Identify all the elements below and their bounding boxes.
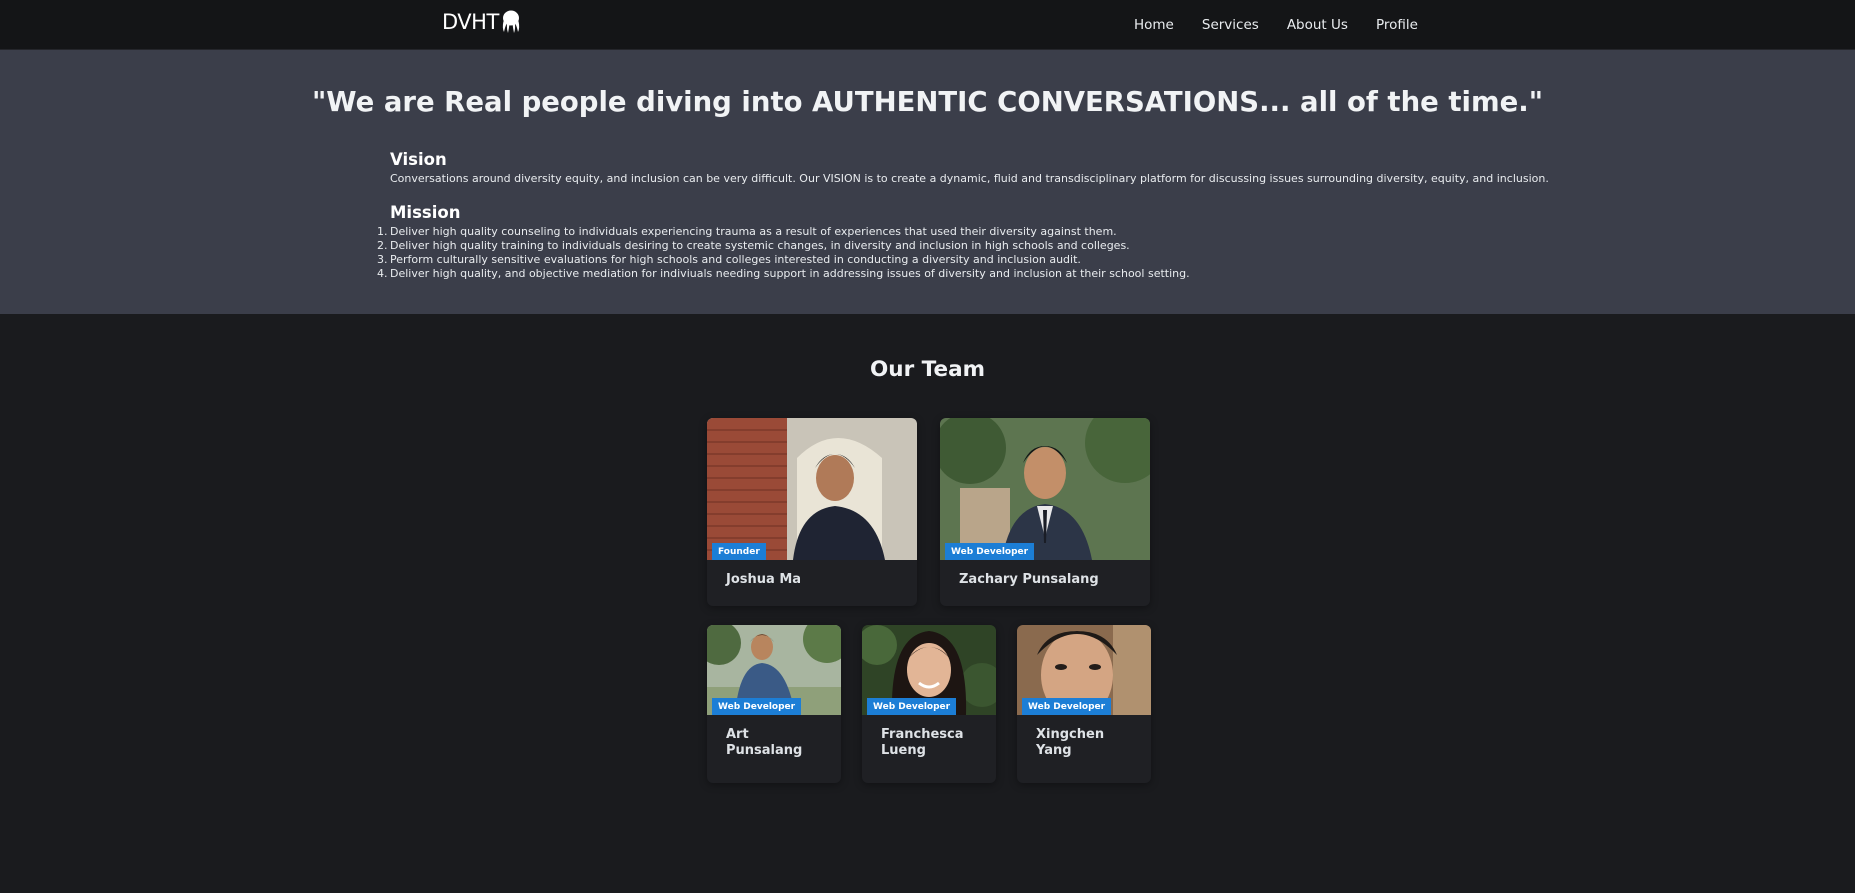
team-card[interactable]: Web Developer Franchesca Lueng [862, 625, 996, 783]
nav-home-link[interactable]: Home [1134, 17, 1174, 33]
main-nav: Home Services About Us Profile [1134, 0, 1418, 49]
nav-profile-link[interactable]: Profile [1376, 17, 1418, 33]
hero-section: "We are Real people diving into AUTHENTI… [0, 50, 1855, 314]
brand-name[interactable]: DVHT [442, 10, 499, 34]
member-photo: Web Developer [1017, 625, 1151, 715]
role-badge: Web Developer [1022, 698, 1112, 715]
role-badge: Web Developer [712, 698, 802, 715]
mission-heading: Mission [390, 203, 461, 222]
role-badge: Founder [712, 543, 766, 560]
role-badge: Web Developer [867, 698, 957, 715]
member-name: Joshua Ma [726, 572, 802, 587]
nav-about-us-link[interactable]: About Us [1287, 17, 1348, 33]
nav-services-link[interactable]: Services [1202, 17, 1259, 33]
octopus-icon [501, 10, 521, 34]
team-card[interactable]: Web Developer Zachary Punsalang [940, 418, 1150, 606]
member-name: Xingchen Yang [1036, 727, 1105, 758]
team-card[interactable]: Founder Joshua Ma [707, 418, 917, 606]
vision-heading: Vision [390, 150, 447, 169]
mission-item: 1. Deliver high quality counseling to ind… [377, 225, 1117, 238]
member-photo: Founder [707, 418, 917, 560]
role-badge: Web Developer [945, 543, 1035, 560]
hero-quote: "We are Real people diving into AUTHENTI… [311, 86, 1544, 118]
top-navbar: DVHT Home Services About Us Profile [0, 0, 1855, 50]
member-name: Zachary Punsalang [959, 572, 1099, 587]
member-name: Franchesca Lueng [881, 727, 964, 758]
member-photo: Web Developer [940, 418, 1150, 560]
mission-item: 3. Perform culturally sensitive evaluatio… [377, 253, 1081, 266]
member-photo: Web Developer [862, 625, 996, 715]
mission-item: 2. Deliver high quality training to indiv… [377, 239, 1130, 252]
mission-list: 1. Deliver high quality counseling to ind… [377, 225, 1190, 281]
brand-logo[interactable]: DVHT [442, 10, 521, 34]
member-photo: Web Developer [707, 625, 841, 715]
team-card[interactable]: Web Developer Xingchen Yang [1017, 625, 1151, 783]
vision-text: Conversations around diversity equity, a… [390, 172, 1549, 185]
mission-item: 4. Deliver high quality, and objective me… [377, 267, 1190, 280]
member-name: Art Punsalang [726, 727, 803, 758]
team-card[interactable]: Web Developer Art Punsalang [707, 625, 841, 783]
team-heading: Our Team [870, 357, 985, 382]
